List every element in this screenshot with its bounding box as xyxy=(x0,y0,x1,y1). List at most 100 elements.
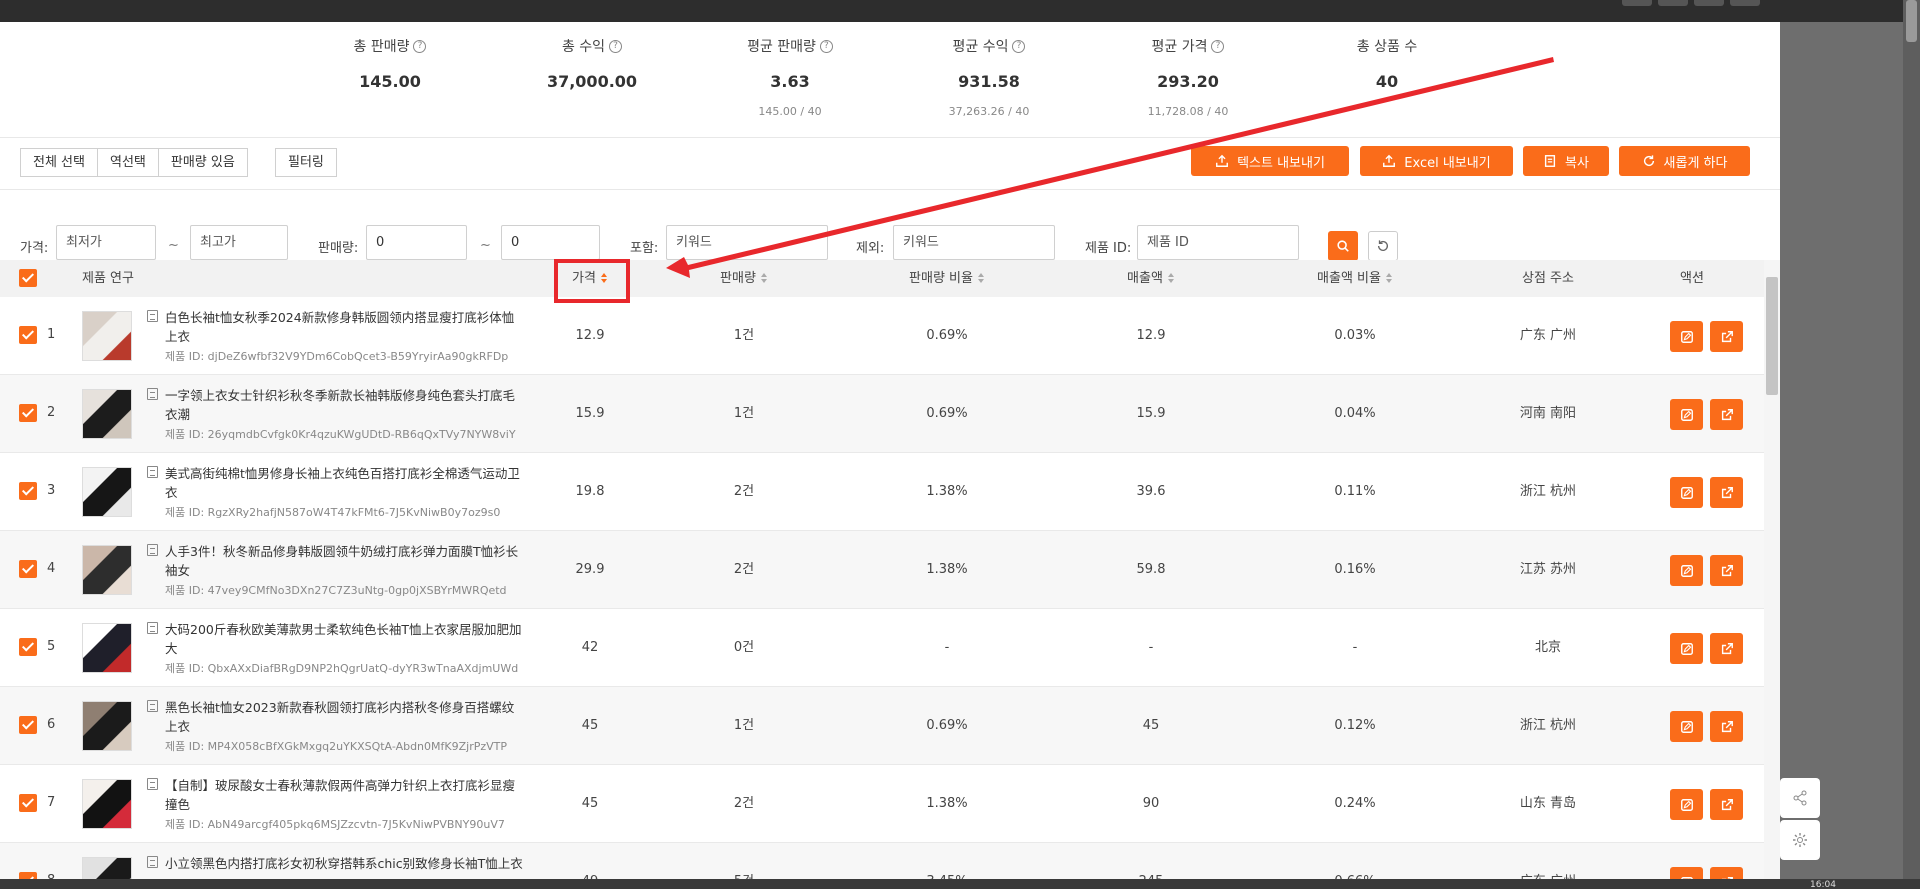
window-control[interactable] xyxy=(1730,0,1760,6)
product-thumbnail[interactable] xyxy=(82,623,132,673)
table-row[interactable]: 7 【自制】玻尿酸女士春秋薄款假两件高弹力针织上衣打底衫显瘦撞色 제품 ID: Ab… xyxy=(0,765,1764,843)
row-checkbox[interactable] xyxy=(19,404,37,422)
annotation-highlight-box xyxy=(554,259,630,303)
reset-icon xyxy=(1377,240,1389,251)
row-checkbox[interactable] xyxy=(19,326,37,344)
exclude-keyword-input[interactable]: 키워드 xyxy=(893,225,1055,260)
table-row[interactable]: 3 美式高街纯棉t恤男修身长袖上衣纯色百搭打底衫全棉透气运动卫衣 제품 ID: Rg… xyxy=(0,453,1764,531)
product-thumbnail[interactable] xyxy=(82,779,132,829)
product-thumbnail[interactable] xyxy=(82,389,132,439)
column-revenue-ratio[interactable]: 매출액 비율 xyxy=(1275,260,1435,297)
sales-cell: 1건 xyxy=(733,718,755,733)
export-excel-button[interactable]: Excel 내보내기 xyxy=(1360,146,1513,176)
table-row[interactable]: 5 大码200斤春秋欧美薄款男士柔软纯色长袖T恤上衣家居服加肥加大 제품 ID: Q… xyxy=(0,609,1764,687)
product-title[interactable]: 白色长袖t恤女秋季2024新款修身韩版圆领内搭显瘦打底衫体恤上衣 xyxy=(165,308,525,346)
copy-title-icon[interactable] xyxy=(147,466,158,478)
table-row[interactable]: 6 黑色长袖t恤女2023新款春秋圆领打底衫内搭秋冬修身百搭螺纹上衣 제품 ID: … xyxy=(0,687,1764,765)
sales-filter-label: 판매량: xyxy=(318,241,359,256)
sort-icon[interactable] xyxy=(760,273,768,284)
product-title[interactable]: 美式高街纯棉t恤男修身长袖上衣纯色百搭打底衫全棉透气运动卫衣 xyxy=(165,464,525,502)
copy-title-icon[interactable] xyxy=(147,622,158,634)
row-checkbox[interactable] xyxy=(19,560,37,578)
product-title[interactable]: 大码200斤春秋欧美薄款男士柔软纯色长袖T恤上衣家居服加肥加大 xyxy=(165,620,525,658)
export-text-button[interactable]: 텍스트 내보내기 xyxy=(1191,146,1349,176)
sort-icon[interactable] xyxy=(1385,273,1393,284)
row-checkbox[interactable] xyxy=(19,638,37,656)
invert-selection-button[interactable]: 역선택 xyxy=(97,148,159,177)
price-max-input[interactable]: 최고가 xyxy=(190,225,288,260)
help-icon[interactable]: ? xyxy=(609,40,623,53)
analyze-button[interactable] xyxy=(1670,789,1703,820)
table-row[interactable]: 2 一字领上衣女士针织衫秋冬季新款长袖韩版修身纯色套头打底毛衣潮 제품 ID: 26… xyxy=(0,375,1764,453)
select-all-button[interactable]: 전체 선택 xyxy=(20,148,98,177)
analyze-button[interactable] xyxy=(1670,321,1703,352)
stat-label: 총 상품 수 xyxy=(1356,39,1418,55)
analyze-button[interactable] xyxy=(1670,477,1703,508)
copy-title-icon[interactable] xyxy=(147,388,158,400)
window-control[interactable] xyxy=(1622,0,1652,6)
copy-title-icon[interactable] xyxy=(147,700,158,712)
row-checkbox[interactable] xyxy=(19,482,37,500)
copy-title-icon[interactable] xyxy=(147,778,158,790)
filter-button[interactable]: 필터링 xyxy=(275,148,337,177)
product-thumbnail[interactable] xyxy=(82,545,132,595)
include-keyword-input[interactable]: 키워드 xyxy=(666,225,828,260)
sort-icon[interactable] xyxy=(1167,273,1175,284)
share-button[interactable] xyxy=(1780,778,1820,818)
sales-max-input[interactable]: 0 xyxy=(501,225,600,260)
sort-icon[interactable] xyxy=(977,273,985,284)
help-icon[interactable]: ? xyxy=(1012,40,1026,53)
window-control[interactable] xyxy=(1658,0,1688,6)
column-revenue[interactable]: 매출액 xyxy=(1091,260,1211,297)
location-cell: 山东 青岛 xyxy=(1519,796,1577,811)
analyze-button[interactable] xyxy=(1670,633,1703,664)
reset-button[interactable] xyxy=(1368,231,1398,261)
copy-title-icon[interactable] xyxy=(147,544,158,556)
location-cell: 北京 xyxy=(1534,640,1561,655)
column-sales-ratio[interactable]: 판매량 비율 xyxy=(867,260,1027,297)
open-link-button[interactable] xyxy=(1710,711,1743,742)
product-thumbnail[interactable] xyxy=(82,467,132,517)
select-all-checkbox[interactable] xyxy=(19,269,37,287)
open-link-button[interactable] xyxy=(1710,321,1743,352)
open-link-button[interactable] xyxy=(1710,555,1743,586)
analyze-button[interactable] xyxy=(1670,399,1703,430)
open-link-button[interactable] xyxy=(1710,477,1743,508)
product-title[interactable]: 小立领黑色内搭打底衫女初秋穿搭韩系chic别致修身长袖T恤上衣 xyxy=(165,854,525,873)
table-scrollbar-thumb[interactable] xyxy=(1766,277,1778,395)
stat-label: 평균 가격 xyxy=(1151,39,1208,55)
page-scrollbar[interactable] xyxy=(1903,0,1920,889)
help-icon[interactable]: ? xyxy=(1211,40,1225,53)
table-row[interactable]: 4 人手3件！秋冬新品修身韩版圆领牛奶绒打底衫弹力面膜T恤衫长袖女 제품 ID: 4… xyxy=(0,531,1764,609)
table-row[interactable]: 1 白色长袖t恤女秋季2024新款修身韩版圆领内搭显瘦打底衫体恤上衣 제품 ID: … xyxy=(0,297,1764,375)
stat-sub: 145.00 / 40 xyxy=(758,105,822,118)
copy-button[interactable]: 복사 xyxy=(1523,146,1609,176)
help-icon[interactable]: ? xyxy=(413,40,427,53)
row-checkbox[interactable] xyxy=(19,794,37,812)
price-min-input[interactable]: 최저가 xyxy=(56,225,156,260)
row-checkbox[interactable] xyxy=(19,716,37,734)
open-link-button[interactable] xyxy=(1710,789,1743,820)
refresh-button[interactable]: 새롭게 하다 xyxy=(1619,146,1750,176)
product-id-input[interactable]: 제품 ID xyxy=(1137,225,1299,260)
product-title[interactable]: 一字领上衣女士针织衫秋冬季新款长袖韩版修身纯色套头打底毛衣潮 xyxy=(165,386,525,424)
product-title[interactable]: 黑色长袖t恤女2023新款春秋圆领打底衫内搭秋冬修身百搭螺纹上衣 xyxy=(165,698,525,736)
analyze-button[interactable] xyxy=(1670,555,1703,586)
open-link-button[interactable] xyxy=(1710,399,1743,430)
copy-title-icon[interactable] xyxy=(147,310,158,322)
search-button[interactable] xyxy=(1328,231,1358,261)
open-link-button[interactable] xyxy=(1710,633,1743,664)
product-title[interactable]: 【自制】玻尿酸女士春秋薄款假两件高弹力针织上衣打底衫显瘦撞色 xyxy=(165,776,525,814)
copy-title-icon[interactable] xyxy=(147,856,158,868)
sales-min-input[interactable]: 0 xyxy=(366,225,467,260)
has-sales-button[interactable]: 판매량 있음 xyxy=(158,148,248,177)
product-thumbnail[interactable] xyxy=(82,701,132,751)
window-control[interactable] xyxy=(1694,0,1724,6)
product-thumbnail[interactable] xyxy=(82,311,132,361)
settings-button[interactable] xyxy=(1780,820,1820,860)
column-sales[interactable]: 판매량 xyxy=(684,260,804,297)
analyze-button[interactable] xyxy=(1670,711,1703,742)
product-title[interactable]: 人手3件！秋冬新品修身韩版圆领牛奶绒打底衫弹力面膜T恤衫长袖女 xyxy=(165,542,525,580)
page-scrollbar-thumb[interactable] xyxy=(1906,0,1917,42)
help-icon[interactable]: ? xyxy=(819,40,833,53)
